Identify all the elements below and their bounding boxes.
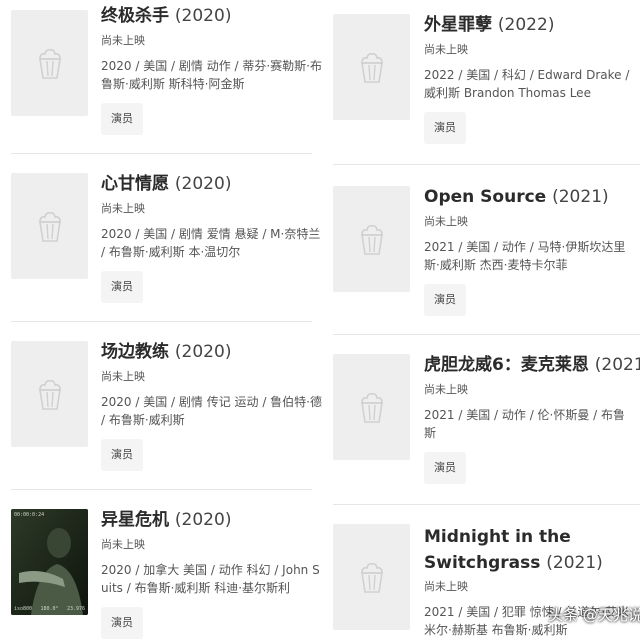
movie-title[interactable]: 场边教练 (2020) [101, 341, 312, 363]
movie-description: 2020 / 美国 / 剧情 动作 / 蒂芬·赛勒斯·布鲁斯·威利斯 斯科特·阿… [101, 59, 322, 91]
divider [11, 153, 312, 154]
divider [333, 504, 640, 505]
movie-description: 2020 / 加拿大 美国 / 动作 科幻 / John Suits / 布鲁斯… [101, 563, 320, 595]
photo-overlay-top: 00:00:0:24 [14, 512, 45, 518]
movie-title[interactable]: 心甘情愿 (2020) [101, 173, 312, 195]
photo-overlay-bottom: iso800 180.0° 23.976 [14, 606, 85, 612]
movie-title[interactable]: Midnight in the Switchgrass (2021) [424, 524, 640, 576]
watermark: 头条 @天兆说 [548, 606, 640, 624]
divider [11, 321, 312, 322]
popcorn-icon [360, 393, 383, 423]
release-status: 尚未上映 [101, 538, 145, 551]
movie-item[interactable]: Open Source (2021) 尚未上映 2021 / 美国 / 动作 /… [330, 186, 640, 336]
actor-button[interactable]: 演员 [424, 112, 466, 144]
popcorn-icon [360, 53, 383, 83]
movie-description: 2021 / 美国 / 动作 / 马特·伊斯坎达里 斯·威利斯 杰西·麦特卡尔菲 [424, 240, 626, 272]
release-status: 尚未上映 [101, 370, 145, 383]
popcorn-icon [38, 49, 61, 79]
release-status: 尚未上映 [101, 34, 145, 47]
right-column: 外星罪孽 (2022) 尚未上映 2022 / 美国 / 科幻 / Edward… [330, 0, 640, 640]
divider [11, 489, 312, 490]
poster-placeholder[interactable] [333, 354, 410, 460]
movie-item[interactable]: 虎胆龙威6：麦克莱恩 (2021 尚未上映 2021 / 美国 / 动作 / 伦… [330, 354, 640, 504]
movie-description: 2021 / 美国 / 动作 / 伦·怀斯曼 / 布鲁 斯 [424, 408, 626, 440]
popcorn-icon [38, 212, 61, 242]
release-status: 尚未上映 [424, 383, 468, 396]
divider [333, 334, 640, 335]
poster-placeholder[interactable] [11, 10, 88, 116]
poster-image[interactable]: 00:00:0:24 iso800 180.0° 23.976 [11, 509, 88, 615]
movie-item[interactable]: 心甘情愿 (2020) 尚未上映 2020 / 美国 / 剧情 爱情 悬疑 / … [0, 173, 320, 323]
movie-item[interactable]: 场边教练 (2020) 尚未上映 2020 / 美国 / 剧情 传记 运动 / … [0, 341, 322, 491]
actor-button[interactable]: 演员 [424, 452, 466, 484]
actor-button[interactable]: 演员 [101, 439, 143, 471]
movie-title[interactable]: Open Source (2021) [424, 186, 640, 208]
release-status: 尚未上映 [424, 215, 468, 228]
movie-still-image [11, 509, 88, 615]
left-column: 终极杀手 (2020) 尚未上映 2020 / 美国 / 剧情 动作 / 蒂芬·… [0, 0, 322, 640]
poster-placeholder[interactable] [11, 341, 88, 447]
movie-title[interactable]: 外星罪孽 (2022) [424, 14, 640, 36]
movie-item[interactable]: 终极杀手 (2020) 尚未上映 2020 / 美国 / 剧情 动作 / 蒂芬·… [0, 5, 322, 155]
movie-description: 2020 / 美国 / 剧情 传记 运动 / 鲁伯特·德 / 布鲁斯·威利斯 [101, 395, 322, 427]
movie-title[interactable]: 终极杀手 (2020) [101, 5, 312, 27]
poster-placeholder[interactable] [11, 173, 88, 279]
release-status: 尚未上映 [101, 202, 145, 215]
release-status: 尚未上映 [424, 580, 468, 593]
movie-description: 2022 / 美国 / 科幻 / Edward Drake / 威利斯 Bran… [424, 68, 630, 100]
popcorn-icon [38, 380, 61, 410]
divider [333, 164, 640, 165]
poster-placeholder[interactable] [333, 14, 410, 120]
movie-title[interactable]: 异星危机 (2020) [101, 509, 312, 531]
release-status: 尚未上映 [424, 43, 468, 56]
popcorn-icon [360, 563, 383, 593]
movie-title[interactable]: 虎胆龙威6：麦克莱恩 (2021 [424, 354, 640, 376]
poster-placeholder[interactable] [333, 524, 410, 630]
actor-button[interactable]: 演员 [101, 271, 143, 303]
movie-item[interactable]: 00:00:0:24 iso800 180.0° 23.976 异星危机 (20… [0, 509, 320, 640]
movie-description: 2020 / 美国 / 剧情 爱情 悬疑 / M·奈特兰 / 布鲁斯·威利斯 本… [101, 227, 321, 259]
movie-list-page: 终极杀手 (2020) 尚未上映 2020 / 美国 / 剧情 动作 / 蒂芬·… [0, 0, 640, 640]
movie-item[interactable]: 外星罪孽 (2022) 尚未上映 2022 / 美国 / 科幻 / Edward… [330, 14, 640, 164]
actor-button[interactable]: 演员 [101, 103, 143, 135]
actor-button[interactable]: 演员 [424, 284, 466, 316]
poster-placeholder[interactable] [333, 186, 410, 292]
actor-button[interactable]: 演员 [101, 607, 143, 639]
popcorn-icon [360, 225, 383, 255]
